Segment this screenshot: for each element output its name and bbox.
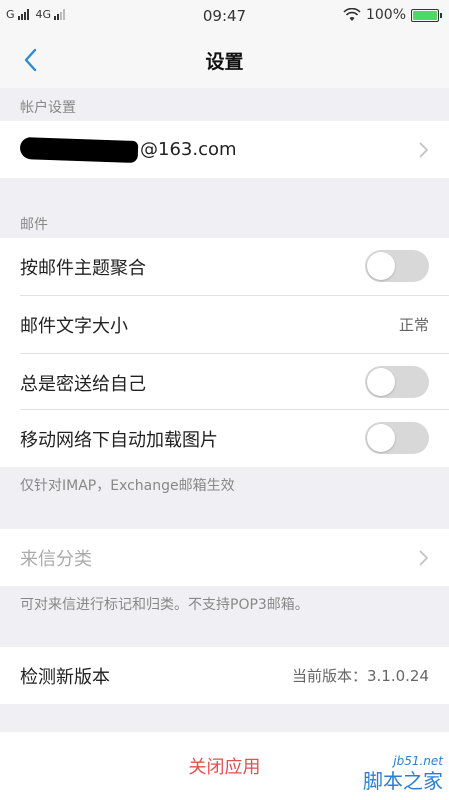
mail-row-auto-load-images: 移动网络下自动加载图片 bbox=[0, 410, 449, 467]
redacted-email-mark bbox=[19, 136, 139, 163]
toggle-knob bbox=[367, 252, 395, 280]
mail-section-header: 邮件 bbox=[20, 217, 48, 233]
classify-note: 可对来信进行标记和归类。不支持POP3邮箱。 bbox=[20, 597, 309, 613]
toggle-knob bbox=[367, 424, 395, 452]
classify-row[interactable]: 来信分类 bbox=[0, 529, 449, 586]
mail-row-font-size[interactable]: 邮件文字大小 正常 bbox=[0, 296, 449, 353]
mail-section-note: 仅针对IMAP，Exchange邮箱生效 bbox=[20, 478, 235, 494]
mail-row-thread: 按邮件主题聚合 bbox=[0, 238, 449, 295]
account-section-header: 帐户设置 bbox=[20, 100, 76, 116]
auto-load-images-toggle[interactable] bbox=[365, 422, 429, 454]
page-title: 设置 bbox=[205, 51, 244, 73]
status-right: 100% bbox=[343, 7, 442, 23]
check-update-label: 检测新版本 bbox=[20, 666, 110, 688]
classify-label: 来信分类 bbox=[20, 548, 92, 570]
mail-row-bcc-self: 总是密送给自己 bbox=[0, 354, 449, 411]
check-update-row[interactable]: 检测新版本 当前版本：3.1.0.24 bbox=[0, 647, 449, 704]
chevron-right-icon bbox=[419, 550, 429, 566]
battery-icon bbox=[411, 8, 442, 22]
font-size-value: 正常 bbox=[398, 316, 429, 334]
account-row[interactable]: @163.com bbox=[0, 121, 449, 178]
chevron-right-icon bbox=[419, 142, 429, 158]
row-label: 总是密送给自己 bbox=[20, 373, 146, 395]
status-bar: G 4G 09:47 100% bbox=[0, 0, 449, 32]
toggle-knob bbox=[367, 368, 395, 396]
row-label: 邮件文字大小 bbox=[20, 315, 128, 337]
mail-settings-card: 按邮件主题聚合 邮件文字大小 正常 总是密送给自己 移动网络下自动加载图片 bbox=[0, 238, 449, 467]
row-label: 按邮件主题聚合 bbox=[20, 257, 146, 279]
account-card: @163.com bbox=[0, 121, 449, 178]
battery-percent: 100% bbox=[365, 7, 406, 23]
classify-card: 来信分类 bbox=[0, 529, 449, 586]
wifi-icon bbox=[343, 8, 361, 21]
update-card: 检测新版本 当前版本：3.1.0.24 bbox=[0, 647, 449, 704]
thread-toggle[interactable] bbox=[365, 250, 429, 282]
watermark-name: 脚本之家 bbox=[363, 769, 443, 793]
bcc-self-toggle[interactable] bbox=[365, 366, 429, 398]
current-version-value: 当前版本：3.1.0.24 bbox=[291, 667, 429, 685]
navigation-bar: 设置 bbox=[0, 32, 449, 88]
account-email: @163.com bbox=[140, 139, 237, 160]
row-label: 移动网络下自动加载图片 bbox=[20, 429, 218, 451]
